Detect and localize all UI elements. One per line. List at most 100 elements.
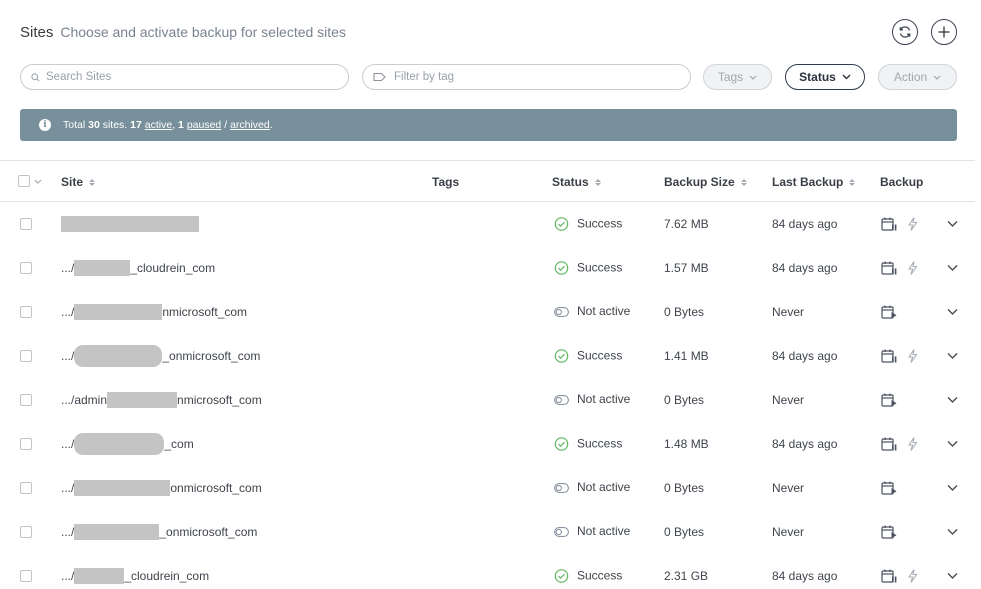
table-row[interactable]: .../nmicrosoft_com Not active 0 Bytes Never (0, 290, 975, 334)
expand-row-button[interactable] (947, 353, 958, 360)
expand-row-button[interactable] (947, 309, 958, 316)
site-name[interactable]: .../nmicrosoft_com (61, 304, 247, 320)
archived-filter-link[interactable]: archived (230, 119, 270, 131)
backup-actions (881, 393, 897, 408)
row-checkbox[interactable] (20, 438, 32, 450)
expand-row-button[interactable] (947, 221, 958, 228)
lightning-icon[interactable] (907, 437, 918, 452)
calendar-pause-icon[interactable] (881, 261, 897, 276)
chevron-down-icon[interactable] (947, 353, 958, 360)
chevron-down-icon[interactable] (947, 221, 958, 228)
last-backup-cell: Never (772, 305, 805, 319)
chevron-down-icon[interactable] (947, 265, 958, 272)
backup-actions (881, 481, 897, 496)
calendar-pause-icon[interactable] (881, 437, 897, 452)
chevron-down-icon[interactable] (947, 485, 958, 492)
site-name[interactable]: .../onmicrosoft_com (61, 480, 262, 496)
column-backup-size[interactable]: Backup Size (664, 175, 747, 189)
table-row[interactable]: .../_cloudrein_com Success 1.57 MB 84 days … (0, 246, 975, 290)
chevron-down-icon[interactable] (947, 441, 958, 448)
row-checkbox[interactable] (20, 394, 32, 406)
select-all-checkbox[interactable] (18, 175, 30, 187)
calendar-play-icon[interactable] (881, 393, 897, 408)
status-dropdown[interactable]: Status (785, 64, 865, 90)
backup-size-cell: 0 Bytes (664, 393, 705, 407)
summary-banner: i Total 30 sites. 17 active, 1 paused / … (20, 109, 957, 141)
calendar-play-icon[interactable] (881, 481, 897, 496)
table-row[interactable]: .../onmicrosoft_com Not active 0 Bytes Neve… (0, 466, 975, 510)
site-name[interactable]: .../_cloudrein_com (61, 568, 209, 584)
site-name[interactable]: .../_onmicrosoft_com (61, 524, 257, 540)
row-checkbox[interactable] (20, 526, 32, 538)
toggle-off-icon (554, 527, 569, 537)
sort-icon[interactable] (594, 178, 601, 186)
calendar-pause-icon[interactable] (881, 217, 897, 232)
active-count: 17 (130, 119, 142, 131)
lightning-icon[interactable] (907, 349, 918, 364)
column-last-backup[interactable]: Last Backup (772, 175, 856, 189)
site-name[interactable]: .../_onmicrosoft_com (61, 345, 260, 367)
paused-filter-link[interactable]: paused (187, 119, 221, 131)
table-row[interactable]: .../_onmicrosoft_com Success 1.41 MB 84 day… (0, 334, 975, 378)
calendar-play-icon[interactable] (881, 525, 897, 540)
sort-icon[interactable] (849, 178, 856, 186)
last-backup-cell: Never (772, 481, 805, 495)
toggle-off-icon (554, 483, 569, 493)
row-checkbox[interactable] (20, 218, 32, 230)
row-checkbox[interactable] (20, 482, 32, 494)
expand-row-button[interactable] (947, 529, 958, 536)
tag-filter-box[interactable] (362, 64, 691, 90)
table-row[interactable]: .../_com Success 1.48 MB 84 days ago (0, 422, 975, 466)
row-checkbox[interactable] (20, 262, 32, 274)
lightning-icon[interactable] (907, 217, 918, 232)
action-dropdown[interactable]: Action (878, 64, 957, 90)
redacted-text (74, 433, 165, 455)
active-filter-link[interactable]: active (145, 119, 172, 131)
table-row[interactable]: .../_cloudrein_com Success 2.31 GB 84 days … (0, 554, 975, 589)
tags-dropdown[interactable]: Tags (703, 64, 772, 90)
check-circle-icon (554, 569, 569, 583)
row-checkbox[interactable] (20, 350, 32, 362)
calendar-pause-icon[interactable] (881, 349, 897, 364)
chevron-down-icon[interactable] (947, 309, 958, 316)
sort-icon[interactable] (89, 178, 96, 186)
backup-size-cell: 0 Bytes (664, 525, 705, 539)
search-box[interactable] (20, 64, 349, 90)
chevron-down-icon[interactable] (947, 397, 958, 404)
site-name[interactable]: .../_cloudrein_com (61, 260, 215, 276)
site-name[interactable]: .../_com (61, 433, 194, 455)
redacted-text (74, 568, 125, 584)
lightning-icon[interactable] (907, 261, 918, 276)
table-row[interactable]: .../admin nmicrosoft_com Not active 0 Bytes… (0, 378, 975, 422)
backup-size-cell: 1.48 MB (664, 437, 709, 451)
lightning-icon[interactable] (907, 569, 918, 584)
table-row[interactable]: .../_onmicrosoft_com Not active 0 Bytes Nev… (0, 510, 975, 554)
site-name[interactable] (61, 216, 199, 232)
chevron-down-icon[interactable] (947, 573, 958, 580)
expand-row-button[interactable] (947, 441, 958, 448)
tag-filter-input[interactable] (394, 71, 664, 83)
backup-actions (881, 569, 918, 584)
chevron-down-icon[interactable] (34, 179, 42, 184)
expand-row-button[interactable] (947, 265, 958, 272)
check-circle-icon (554, 349, 569, 363)
search-input[interactable] (46, 71, 316, 83)
calendar-play-icon[interactable] (881, 305, 897, 320)
action-dropdown-label: Action (893, 70, 928, 84)
expand-row-button[interactable] (947, 485, 958, 492)
site-name[interactable]: .../admin nmicrosoft_com (61, 392, 262, 408)
expand-row-button[interactable] (947, 573, 958, 580)
select-all[interactable] (18, 175, 42, 187)
table-row[interactable]: Success 7.62 MB 84 days ago (0, 202, 975, 246)
expand-row-button[interactable] (947, 397, 958, 404)
column-status[interactable]: Status (552, 175, 601, 189)
refresh-button[interactable] (892, 19, 918, 45)
add-site-button[interactable] (931, 19, 957, 45)
sort-icon[interactable] (740, 178, 747, 186)
column-site[interactable]: Site (61, 175, 96, 189)
row-checkbox[interactable] (20, 306, 32, 318)
redacted-text (61, 216, 199, 232)
chevron-down-icon[interactable] (947, 529, 958, 536)
calendar-pause-icon[interactable] (881, 569, 897, 584)
row-checkbox[interactable] (20, 570, 32, 582)
